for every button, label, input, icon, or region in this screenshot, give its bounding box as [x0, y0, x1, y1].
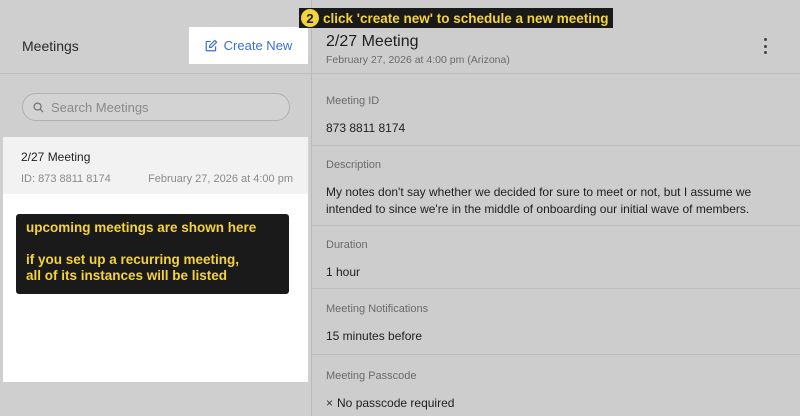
notifications-label: Meeting Notifications	[326, 303, 429, 315]
passcode-label: Meeting Passcode	[326, 370, 417, 382]
step-number-badge: 2	[301, 9, 319, 27]
passcode-value: × No passcode required	[326, 395, 786, 412]
tutorial-callout: upcoming meetings are shown here if you …	[16, 214, 289, 294]
meeting-id-value: 873 8811 8174	[326, 121, 406, 135]
meeting-item-title: 2/27 Meeting	[21, 150, 91, 164]
meeting-detail-panel: 2/27 Meeting February 27, 2026 at 4:00 p…	[312, 0, 800, 416]
step-instruction: click 'create new' to schedule a new mee…	[323, 10, 609, 26]
search-icon	[33, 101, 44, 113]
divider	[312, 288, 800, 289]
description-label: Description	[326, 159, 382, 171]
meeting-item-date: February 27, 2026 at 4:00 pm	[148, 173, 293, 185]
duration-label: Duration	[326, 239, 368, 251]
sidebar-header: Meetings Create New	[0, 0, 312, 74]
duration-section: Duration 1 hour	[326, 239, 786, 281]
meetings-sidebar: Meetings Create New 2/27 Meeting ID: 873…	[0, 0, 312, 416]
create-new-button[interactable]: Create New	[189, 27, 308, 64]
edit-icon	[205, 39, 218, 52]
meeting-id-label: Meeting ID	[326, 95, 380, 107]
description-section: Description My notes don't say whether w…	[326, 159, 786, 218]
create-new-label: Create New	[223, 38, 293, 53]
detail-subtitle: February 27, 2026 at 4:00 pm (Arizona)	[326, 54, 510, 66]
x-icon: ×	[326, 396, 334, 410]
detail-title: 2/27 Meeting	[326, 33, 419, 50]
notifications-section: Meeting Notifications 15 minutes before	[326, 303, 786, 345]
meeting-list-item[interactable]: 2/27 Meeting ID: 873 8811 8174 February …	[3, 137, 308, 194]
divider	[312, 225, 800, 226]
callout-line-1: upcoming meetings are shown here	[26, 220, 257, 235]
divider	[312, 145, 800, 146]
notifications-value: 15 minutes before	[326, 329, 423, 343]
divider	[312, 354, 800, 355]
callout-line-2: if you set up a recurring meeting,	[26, 252, 240, 267]
search-input[interactable]	[51, 99, 271, 115]
more-options-icon[interactable]	[761, 38, 769, 54]
meeting-item-id: ID: 873 8811 8174	[21, 173, 111, 185]
search-box[interactable]	[22, 93, 290, 121]
passcode-section: Meeting Passcode × No passcode required	[326, 370, 786, 412]
passcode-text: No passcode required	[337, 396, 455, 410]
meeting-id-section: Meeting ID 873 8811 8174	[326, 95, 786, 137]
sidebar-title: Meetings	[22, 38, 79, 54]
duration-value: 1 hour	[326, 265, 361, 279]
tutorial-step-banner: 2 click 'create new' to schedule a new m…	[299, 8, 613, 28]
description-value: My notes don't say whether we decided fo…	[326, 185, 752, 216]
callout-line-3: all of its instances will be listed	[26, 268, 228, 283]
